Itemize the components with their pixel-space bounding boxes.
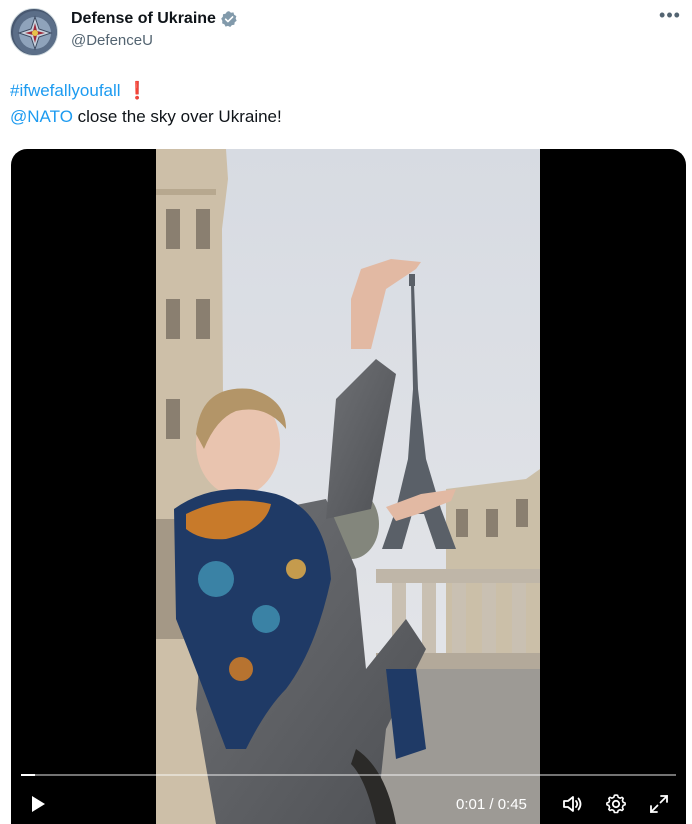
volume-icon bbox=[563, 796, 582, 812]
defense-emblem-icon bbox=[13, 11, 57, 55]
video-frame bbox=[156, 149, 540, 824]
tweet-body-text: close the sky over Ukraine! bbox=[72, 107, 282, 126]
mention-link[interactable]: @NATO bbox=[10, 107, 73, 126]
play-button[interactable] bbox=[25, 792, 49, 816]
progress-bar[interactable] bbox=[21, 774, 676, 776]
verified-badge-icon bbox=[220, 10, 238, 28]
avatar[interactable] bbox=[10, 8, 58, 56]
settings-button[interactable] bbox=[604, 792, 628, 816]
hashtag-link[interactable]: #ifwefallyoufall bbox=[10, 81, 121, 100]
play-icon bbox=[32, 796, 45, 812]
fullscreen-button[interactable] bbox=[647, 792, 671, 816]
volume-button[interactable] bbox=[560, 792, 584, 816]
author-info: Defense of Ukraine @DefenceU bbox=[71, 8, 238, 49]
exclamation-emoji: ❗ bbox=[126, 81, 148, 100]
fullscreen-icon bbox=[650, 795, 668, 813]
progress-fill bbox=[21, 774, 36, 776]
settings-icon bbox=[606, 794, 626, 814]
tweet: Defense of Ukraine @DefenceU ••• #ifwefa… bbox=[0, 0, 692, 824]
video-controls: 0:01 / 0:45 bbox=[11, 762, 686, 824]
time-display: 0:01 / 0:45 bbox=[456, 796, 527, 813]
author-display-name[interactable]: Defense of Ukraine bbox=[71, 10, 216, 28]
tweet-text: #ifwefallyoufall ❗ @NATO close the sky ov… bbox=[10, 78, 282, 130]
author-handle[interactable]: @DefenceU bbox=[71, 32, 238, 49]
video-player[interactable]: 0:01 / 0:45 bbox=[11, 149, 686, 824]
more-options-icon[interactable]: ••• bbox=[658, 6, 682, 28]
